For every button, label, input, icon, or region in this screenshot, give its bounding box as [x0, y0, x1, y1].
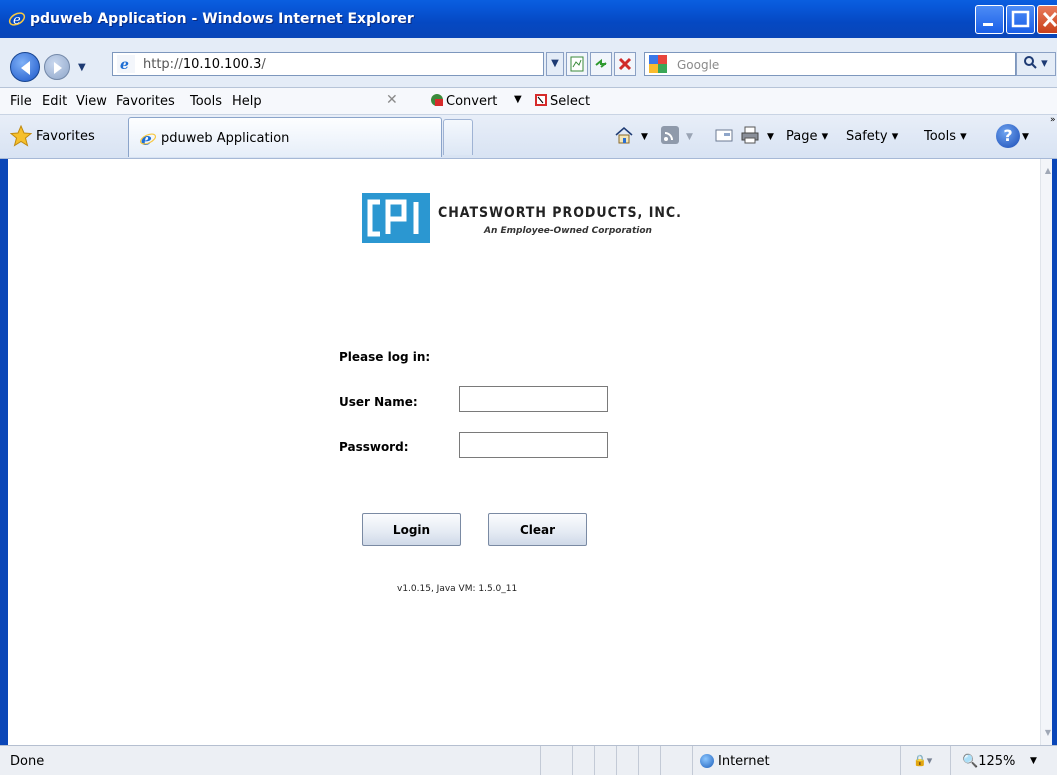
menu-bar: File Edit View Favorites Tools Help ✕ Co… — [0, 88, 1057, 115]
maximize-icon — [1011, 10, 1030, 28]
company-tagline: An Employee-Owned Corporation — [484, 226, 652, 236]
status-divider — [594, 746, 595, 775]
ie-page-icon: e — [117, 55, 135, 73]
login-heading: Please log in: — [339, 350, 431, 364]
select-icon — [535, 94, 547, 106]
help-icon[interactable]: ? — [996, 124, 1020, 148]
favorites-bar: Favorites e pduweb Application ▼ ▼ ▼ Pag… — [0, 115, 1057, 159]
status-divider — [638, 746, 639, 775]
close-button[interactable] — [1037, 5, 1057, 34]
convert-button[interactable]: Convert — [446, 94, 497, 109]
status-divider — [616, 746, 617, 775]
search-placeholder: Google — [677, 58, 720, 72]
tab-pduweb[interactable]: e pduweb Application — [128, 117, 442, 157]
close-icon — [1042, 11, 1057, 28]
stop-button[interactable] — [614, 52, 636, 76]
help-dropdown[interactable]: ▼ — [1022, 132, 1029, 142]
back-button[interactable] — [10, 52, 40, 82]
clear-button[interactable]: Clear — [488, 513, 587, 546]
password-input[interactable] — [459, 432, 608, 458]
convert-icon — [431, 94, 443, 106]
status-divider — [660, 746, 661, 775]
address-url: http://10.10.100.3/ — [143, 57, 266, 72]
magnifier-icon — [1024, 56, 1037, 69]
zoom-level[interactable]: 🔍125% — [962, 754, 1015, 769]
safety-menu[interactable]: Safety ▾ — [846, 129, 898, 144]
google-icon — [649, 55, 667, 73]
search-field[interactable]: Google — [644, 52, 1016, 76]
protected-mode-icon[interactable]: 🔒▾ — [913, 754, 932, 767]
status-divider — [572, 746, 573, 775]
back-arrow-icon — [21, 61, 30, 75]
menu-edit[interactable]: Edit — [42, 94, 67, 109]
refresh-button[interactable] — [590, 52, 612, 76]
company-name: CHATSWORTH PRODUCTS, INC. — [438, 205, 682, 221]
cpi-logo-mark — [367, 199, 419, 237]
login-button[interactable]: Login — [362, 513, 461, 546]
tab-label: pduweb Application — [161, 131, 290, 146]
username-input[interactable] — [459, 386, 608, 412]
search-options-dropdown[interactable]: ▾ — [1041, 56, 1048, 71]
svg-text:e: e — [120, 57, 129, 73]
select-button[interactable]: Select — [550, 94, 590, 109]
new-tab-button[interactable] — [443, 119, 473, 155]
favorites-button[interactable]: Favorites — [36, 129, 95, 144]
status-divider — [692, 746, 693, 775]
address-field[interactable]: e http://10.10.100.3/ — [112, 52, 544, 76]
cpi-logo — [362, 193, 430, 243]
search-button[interactable]: ▾ — [1016, 52, 1056, 76]
internet-zone-icon — [700, 754, 714, 768]
ie-icon: e — [8, 12, 26, 28]
refresh-icon — [595, 58, 607, 68]
minimize-icon — [983, 23, 993, 26]
mail-icon[interactable] — [714, 125, 734, 145]
menu-view[interactable]: View — [76, 94, 107, 109]
print-dropdown[interactable]: ▼ — [767, 132, 774, 142]
menu-favorites[interactable]: Favorites — [116, 94, 175, 109]
feeds-dropdown[interactable]: ▼ — [686, 132, 693, 142]
stop-icon — [618, 57, 632, 71]
status-divider — [900, 746, 901, 775]
compatibility-button[interactable] — [566, 52, 588, 76]
status-text: Done — [10, 754, 45, 769]
home-dropdown[interactable]: ▼ — [641, 132, 648, 142]
zoom-dropdown[interactable]: ▼ — [1030, 756, 1037, 766]
home-icon[interactable] — [614, 125, 634, 145]
favorites-star-icon[interactable] — [10, 125, 32, 147]
ie-tab-icon: e — [139, 130, 157, 148]
compatibility-icon — [570, 56, 584, 72]
print-icon[interactable] — [740, 125, 760, 145]
address-dropdown[interactable]: ▼ — [546, 52, 564, 76]
command-bar-close-icon[interactable]: » — [1050, 115, 1056, 125]
menu-help[interactable]: Help — [232, 94, 262, 109]
forward-button[interactable] — [44, 54, 70, 80]
window-title: pduweb Application - Windows Internet Ex… — [30, 11, 414, 27]
feeds-icon[interactable] — [660, 125, 680, 145]
status-bar: Done Internet 🔒▾ 🔍125% ▼ — [0, 745, 1057, 775]
forward-arrow-icon — [54, 62, 62, 74]
status-divider — [540, 746, 541, 775]
page-menu[interactable]: Page ▾ — [786, 129, 828, 144]
convert-dropdown[interactable]: ▼ — [514, 94, 522, 105]
version-text: v1.0.15, Java VM: 1.5.0_11 — [397, 584, 518, 594]
menu-tools[interactable]: Tools — [190, 94, 222, 109]
maximize-button[interactable] — [1006, 5, 1035, 34]
security-zone[interactable]: Internet — [718, 754, 770, 769]
svg-text:e: e — [141, 130, 152, 148]
zoom-icon: 🔍 — [962, 754, 979, 769]
minimize-button[interactable] — [975, 5, 1004, 34]
status-divider — [950, 746, 951, 775]
recent-pages-dropdown[interactable]: ▼ — [78, 62, 86, 73]
window-titlebar: e pduweb Application - Windows Internet … — [0, 0, 1057, 38]
tools-menu[interactable]: Tools ▾ — [924, 129, 967, 144]
username-label: User Name: — [339, 395, 418, 409]
window-frame-left — [0, 159, 8, 745]
menu-close-icon[interactable]: ✕ — [386, 92, 398, 108]
password-label: Password: — [339, 440, 409, 454]
menu-file[interactable]: File — [10, 94, 32, 109]
svg-text:e: e — [13, 13, 21, 28]
window-frame-right — [1052, 159, 1057, 745]
